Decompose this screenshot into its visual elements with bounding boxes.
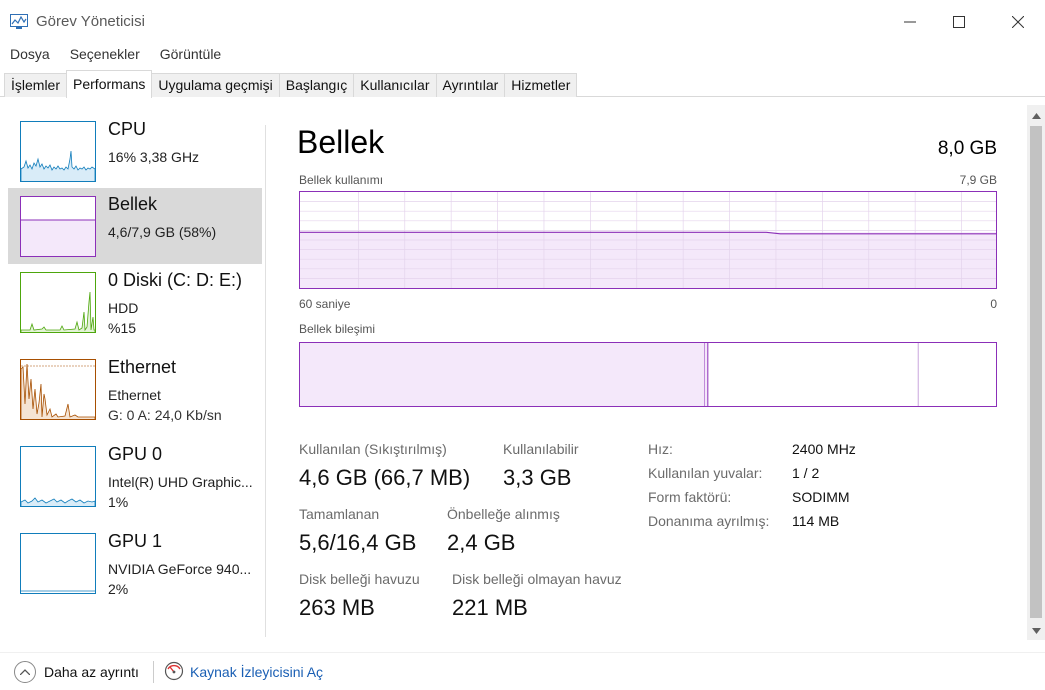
memory-usage-graph — [299, 191, 997, 289]
cpu-thumbnail — [20, 121, 96, 182]
cached-label: Önbelleğe alınmış — [447, 506, 560, 522]
close-icon — [1012, 16, 1024, 28]
scroll-down-icon — [1031, 628, 1041, 634]
task-manager-icon — [10, 14, 28, 29]
sidebar-item-line2: %15 — [108, 320, 137, 336]
available-label: Kullanılabilir — [503, 441, 579, 457]
gpu1-thumbnail — [20, 533, 96, 594]
performance-sidebar: CPU 16% 3,38 GHz Bellek 4,6/7,9 GB (58%)… — [0, 97, 266, 637]
sidebar-item-line2: 1% — [108, 494, 129, 510]
disk-thumbnail — [20, 272, 96, 333]
tab-details[interactable]: Ayrıntılar — [435, 73, 506, 97]
resource-monitor-icon[interactable] — [164, 661, 184, 681]
sidebar-item-title: GPU 1 — [108, 531, 163, 551]
scrollbar-thumb[interactable] — [1030, 126, 1042, 618]
sidebar-item-title: Bellek — [108, 194, 158, 214]
sidebar-item-line1: 16% 3,38 GHz — [108, 149, 200, 165]
sidebar-item-line2: G: 0 A: 24,0 Kb/sn — [108, 407, 222, 423]
sidebar-item-ethernet[interactable]: Ethernet Ethernet G: 0 A: 24,0 Kb/sn — [8, 351, 262, 427]
in-use-value: 4,6 GB (66,7 MB) — [299, 465, 471, 490]
ethernet-thumbnail — [20, 359, 96, 420]
maximize-button[interactable] — [936, 8, 982, 36]
tab-services[interactable]: Hizmetler — [504, 73, 578, 97]
form-factor-key: Form faktörü: — [648, 489, 732, 505]
sidebar-item-line1: Ethernet — [108, 387, 161, 403]
in-use-label: Kullanılan (Sıkıştırılmış) — [299, 441, 447, 457]
sidebar-item-disk[interactable]: 0 Diski (C: D: E:) HDD %15 — [8, 264, 262, 340]
slots-value: 1 / 2 — [792, 465, 820, 481]
sidebar-item-line1: HDD — [108, 300, 139, 316]
speed-key: Hız: — [648, 441, 673, 457]
menu-bar: Dosya Seçenekler Görüntüle — [0, 44, 231, 66]
close-button[interactable] — [995, 8, 1041, 36]
fewer-details-label[interactable]: Daha az ayrıntı — [44, 664, 139, 680]
title-bar: Görev Yöneticisi — [0, 0, 1045, 44]
slots-key: Kullanılan yuvalar: — [648, 465, 763, 481]
sidebar-item-gpu1[interactable]: GPU 1 NVIDIA GeForce 940... 2% — [8, 525, 262, 601]
composition-in-use — [300, 343, 705, 406]
tab-bar: İşlemler Performans Uygulama geçmişi Baş… — [4, 70, 578, 98]
usage-graph-label: Bellek kullanımı — [299, 173, 384, 187]
window-title: Görev Yöneticisi — [36, 13, 145, 30]
minimize-button[interactable] — [887, 8, 933, 36]
sidebar-item-line1: Intel(R) UHD Graphic... — [108, 474, 253, 490]
hardware-reserved-value: 114 MB — [792, 513, 840, 529]
cached-value: 2,4 GB — [447, 530, 516, 555]
scroll-up-button[interactable] — [1027, 107, 1045, 125]
footer-separator — [153, 661, 154, 683]
sidebar-item-title: Ethernet — [108, 357, 177, 377]
sidebar-divider — [265, 125, 266, 637]
footer-bar: Daha az ayrıntı Kaynak İzleyicisini Aç — [0, 652, 1045, 690]
sidebar-item-memory[interactable]: Bellek 4,6/7,9 GB (58%) — [8, 188, 262, 264]
sidebar-item-cpu[interactable]: CPU 16% 3,38 GHz — [8, 113, 262, 189]
scroll-up-icon — [1031, 113, 1041, 119]
scroll-down-button[interactable] — [1027, 622, 1045, 640]
committed-value: 5,6/16,4 GB — [299, 530, 417, 555]
memory-composition-bar — [299, 342, 997, 407]
graph-time-right: 0 — [990, 297, 997, 311]
speed-value: 2400 MHz — [792, 441, 856, 457]
tab-startup[interactable]: Başlangıç — [278, 73, 355, 97]
chevron-up-icon — [20, 669, 30, 675]
committed-label: Tamamlanan — [299, 506, 380, 522]
memory-total: 8,0 GB — [937, 138, 997, 159]
memory-thumbnail — [20, 196, 96, 257]
fewer-details-button[interactable] — [14, 661, 36, 683]
menu-options[interactable]: Seçenekler — [60, 44, 150, 66]
sidebar-item-title: CPU — [108, 119, 147, 139]
tab-performance[interactable]: Performans — [66, 70, 153, 98]
sidebar-item-line1: 4,6/7,9 GB (58%) — [108, 224, 217, 240]
maximize-icon — [953, 16, 965, 28]
paged-pool-label: Disk belleği havuzu — [299, 571, 420, 587]
sidebar-item-title: GPU 0 — [108, 444, 163, 464]
sidebar-item-line1: NVIDIA GeForce 940... — [108, 561, 252, 577]
nonpaged-pool-label: Disk belleği olmayan havuz — [452, 571, 622, 587]
menu-file[interactable]: Dosya — [0, 44, 60, 66]
open-resource-monitor-link[interactable]: Kaynak İzleyicisini Aç — [190, 664, 323, 680]
available-value: 3,3 GB — [503, 465, 572, 490]
menu-view[interactable]: Görüntüle — [150, 44, 231, 66]
form-factor-value: SODIMM — [792, 489, 850, 505]
nonpaged-pool-value: 221 MB — [452, 595, 528, 620]
composition-label: Bellek bileşimi — [299, 322, 376, 336]
hardware-reserved-key: Donanıma ayrılmış: — [648, 513, 770, 529]
tab-processes[interactable]: İşlemler — [4, 73, 68, 97]
gpu0-thumbnail — [20, 446, 96, 507]
page-title: Bellek — [297, 124, 385, 160]
sidebar-item-title: 0 Diski (C: D: E:) — [108, 270, 243, 290]
usage-graph-max: 7,9 GB — [959, 173, 997, 187]
sidebar-item-line2: 2% — [108, 581, 129, 597]
paged-pool-value: 263 MB — [299, 595, 375, 620]
graph-time-left: 60 saniye — [299, 297, 351, 311]
tab-users[interactable]: Kullanıcılar — [353, 73, 437, 97]
usage-area — [300, 232, 996, 288]
tab-app-history[interactable]: Uygulama geçmişi — [151, 73, 280, 97]
minimize-icon — [904, 21, 916, 23]
sidebar-item-gpu0[interactable]: GPU 0 Intel(R) UHD Graphic... 1% — [8, 438, 262, 514]
